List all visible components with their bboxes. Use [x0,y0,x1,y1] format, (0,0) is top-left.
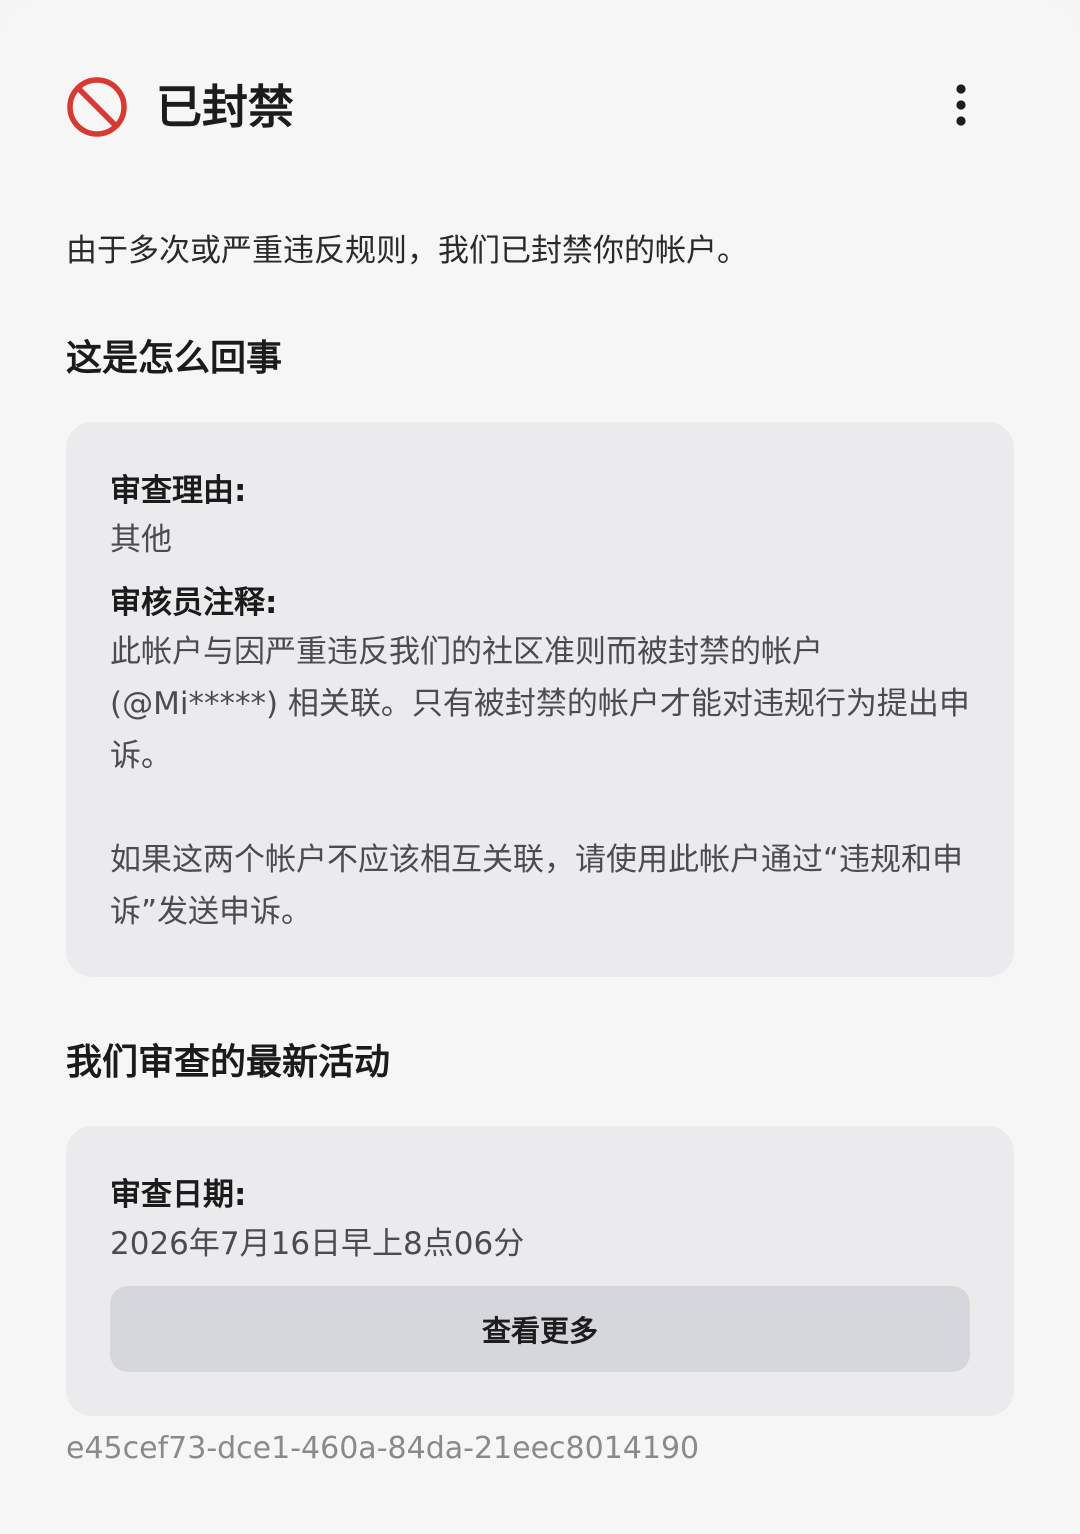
review-date-value: 2026年7月16日早上8点06分 [110,1226,525,1262]
reference-id: e45cef73-dce1-460a-84da-21eec8014190 [66,1431,700,1466]
latest-activity-card: 审查日期: 2026年7月16日早上8点06分 查看更多 [66,1126,1014,1416]
moderator-note-text: 此帐户与因严重违反我们的社区准则而被封禁的帐户(@Mi*****) 相关联。只有… [110,634,970,774]
review-details-card: 审查理由: 其他 审核员注释: 此帐户与因严重违反我们的社区准则而被封禁的帐户(… [66,422,1014,977]
ban-icon [66,76,128,138]
more-options-button[interactable] [936,82,986,132]
review-date-label: 审查日期: [110,1177,247,1213]
more-vertical-icon [955,83,967,131]
review-reason-value: 其他 [110,522,172,558]
view-more-button[interactable]: 查看更多 [110,1286,970,1372]
moderator-note-label: 审核员注释: [110,585,278,621]
ban-notice-sheet: 已封禁 由于多次或严重违反规则，我们已封禁你的帐户。 这是怎么回事 审查理由: … [0,0,1080,1534]
page-title: 已封禁 [156,80,294,134]
section-title-latest-activity: 我们审查的最新活动 [66,1042,391,1083]
section-title-what-happened: 这是怎么回事 [66,338,283,379]
header: 已封禁 [66,74,1014,140]
review-reason-label: 审查理由: [110,473,247,509]
moderator-note-appeal-text: 如果这两个帐户不应该相互关联，请使用此帐户通过“违规和申诉”发送申诉。 [110,842,964,930]
ban-description: 由于多次或严重违反规则，我们已封禁你的帐户。 [66,233,748,269]
